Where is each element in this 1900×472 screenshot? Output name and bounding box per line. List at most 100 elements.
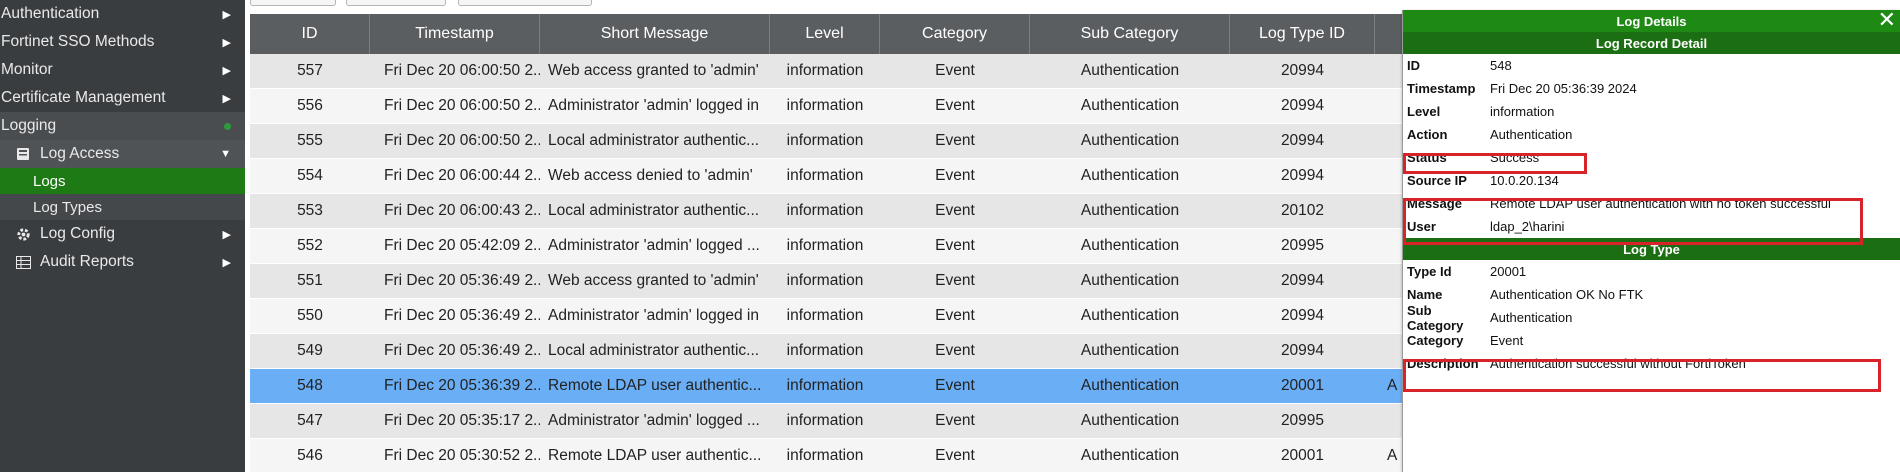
table-row[interactable]: 550 Fri Dec 20 05:36:49 2... Administrator… bbox=[250, 299, 1405, 334]
cell-short-message: Remote LDAP user authentic... bbox=[548, 447, 762, 464]
detail-row: Level information bbox=[1403, 100, 1900, 123]
cell-log-type-id: 20994 bbox=[1280, 62, 1325, 79]
toolbar-button-3[interactable] bbox=[458, 0, 592, 6]
detail-key: Source IP bbox=[1407, 173, 1467, 188]
chevron-right-icon: ▶ bbox=[222, 92, 231, 105]
cell-level: information bbox=[786, 377, 864, 394]
detail-key: Sub Category bbox=[1407, 302, 1464, 333]
table-header: ID Timestamp Short Message Level Categor… bbox=[250, 14, 1405, 54]
table-row[interactable]: 552 Fri Dec 20 05:42:09 2... Administrator… bbox=[250, 229, 1405, 264]
sidebar-item-monitor[interactable]: Monitor ▶ bbox=[0, 56, 245, 84]
cell-category: Event bbox=[935, 307, 975, 324]
section-header-log-record-detail: Log Record Detail bbox=[1403, 32, 1900, 54]
cell-log-type-id: 20994 bbox=[1280, 272, 1325, 289]
sidebar-item-label: Log Config bbox=[40, 225, 115, 242]
sidebar-item-log-access[interactable]: Log Access ▼ bbox=[0, 140, 245, 168]
detail-value: Event bbox=[1490, 333, 1524, 348]
table-row[interactable]: 549 Fri Dec 20 05:36:49 2... Local adminis… bbox=[250, 334, 1405, 369]
log-details-title-bar: Log Details ✕ bbox=[1403, 9, 1900, 32]
cell-sub-category: Authentication bbox=[1080, 307, 1180, 324]
gear-icon bbox=[14, 226, 32, 242]
sidebar-item-certificate-management[interactable]: Certificate Management ▶ bbox=[0, 84, 245, 112]
cell-category: Event bbox=[935, 377, 975, 394]
cell-sub-category: Authentication bbox=[1080, 237, 1180, 254]
sidebar-item-label: Fortinet SSO Methods bbox=[1, 33, 155, 50]
section-header-log-type: Log Type bbox=[1403, 238, 1900, 260]
cell-sub-category: Authentication bbox=[1080, 447, 1180, 464]
table-row[interactable]: 546 Fri Dec 20 05:30:52 2... Remote LDAP u… bbox=[250, 439, 1405, 472]
detail-value: Success bbox=[1490, 150, 1540, 165]
detail-value: 20001 bbox=[1490, 264, 1527, 279]
table-row[interactable]: 553 Fri Dec 20 06:00:43 2... Local adminis… bbox=[250, 194, 1405, 229]
cell-id: 557 bbox=[297, 62, 323, 79]
sidebar-item-label: Certificate Management bbox=[1, 89, 166, 106]
table-row[interactable]: 555 Fri Dec 20 06:00:50 2... Local adminis… bbox=[250, 124, 1405, 159]
cell-log-type-id: 20994 bbox=[1280, 167, 1325, 184]
toolbar-button-2[interactable] bbox=[346, 0, 446, 6]
column-header-category[interactable]: Category bbox=[880, 14, 1030, 54]
table-row[interactable]: 547 Fri Dec 20 05:35:17 2... Administrator… bbox=[250, 404, 1405, 439]
sidebar-item-log-config[interactable]: Log Config ▶ bbox=[0, 220, 245, 248]
cell-timestamp: Fri Dec 20 06:00:44 2... bbox=[384, 167, 540, 184]
sidebar-item-label: Logs bbox=[33, 172, 66, 190]
detail-key: Type Id bbox=[1407, 264, 1452, 279]
cell-category: Event bbox=[935, 132, 975, 149]
detail-row: Message Remote LDAP user authentication w… bbox=[1403, 192, 1900, 215]
cell-category: Event bbox=[935, 412, 975, 429]
cell-short-message: Administrator 'admin' logged ... bbox=[548, 237, 760, 254]
cell-extra bbox=[1375, 229, 1405, 263]
sidebar-item-logs[interactable]: Logs bbox=[0, 168, 245, 194]
table-row[interactable]: 554 Fri Dec 20 06:00:44 2... Web access de… bbox=[250, 159, 1405, 194]
detail-value: Fri Dec 20 05:36:39 2024 bbox=[1490, 81, 1637, 96]
cell-sub-category: Authentication bbox=[1080, 97, 1180, 114]
sidebar-item-log-types[interactable]: Log Types bbox=[0, 194, 245, 220]
close-icon[interactable]: ✕ bbox=[1878, 9, 1896, 31]
cell-short-message: Remote LDAP user authentic... bbox=[548, 377, 762, 394]
cell-category: Event bbox=[935, 62, 975, 79]
cell-sub-category: Authentication bbox=[1080, 412, 1180, 429]
detail-value: ldap_2\harini bbox=[1490, 219, 1565, 234]
cell-id: 552 bbox=[297, 237, 323, 254]
cell-category: Event bbox=[935, 272, 975, 289]
detail-row: Status Success bbox=[1403, 146, 1900, 169]
column-header-sub-category[interactable]: Sub Category bbox=[1030, 14, 1230, 54]
cell-category: Event bbox=[935, 447, 975, 464]
cell-extra bbox=[1375, 159, 1405, 193]
column-header-timestamp[interactable]: Timestamp bbox=[370, 14, 540, 54]
column-header-log-type-id[interactable]: Log Type ID bbox=[1230, 14, 1375, 54]
cell-timestamp: Fri Dec 20 05:36:39 2... bbox=[384, 377, 540, 394]
cell-category: Event bbox=[935, 342, 975, 359]
column-header-extra[interactable] bbox=[1375, 14, 1405, 54]
cell-timestamp: Fri Dec 20 05:42:09 2... bbox=[384, 237, 540, 254]
detail-key: Timestamp bbox=[1407, 81, 1476, 96]
sidebar-item-label: Logging bbox=[1, 117, 57, 134]
cell-timestamp: Fri Dec 20 05:36:49 2... bbox=[384, 342, 540, 359]
detail-row: User ldap_2\harini bbox=[1403, 215, 1900, 238]
chevron-right-icon: ▶ bbox=[222, 256, 231, 269]
table-row[interactable]: 548 Fri Dec 20 05:36:39 2... Remote LDAP u… bbox=[250, 369, 1405, 404]
column-header-id[interactable]: ID bbox=[250, 14, 370, 54]
sidebar-item-label: Log Types bbox=[33, 198, 102, 216]
table-row[interactable]: 551 Fri Dec 20 05:36:49 2... Web access gr… bbox=[250, 264, 1405, 299]
sidebar-item-authentication[interactable]: Authentication ▶ bbox=[0, 0, 245, 28]
sidebar-item-audit-reports[interactable]: Audit Reports ▶ bbox=[0, 248, 245, 276]
cell-extra bbox=[1375, 264, 1405, 298]
cell-level: information bbox=[786, 412, 864, 429]
cell-short-message: Local administrator authentic... bbox=[548, 342, 760, 359]
cell-extra bbox=[1375, 54, 1405, 88]
cell-short-message: Local administrator authentic... bbox=[548, 132, 760, 149]
column-header-level[interactable]: Level bbox=[770, 14, 880, 54]
column-header-short-message[interactable]: Short Message bbox=[540, 14, 770, 54]
detail-row: Sub Category Authentication bbox=[1403, 303, 1900, 333]
toolbar-button-1[interactable] bbox=[250, 0, 336, 6]
table-row[interactable]: 557 Fri Dec 20 06:00:50 2... Web access gr… bbox=[250, 54, 1405, 89]
detail-row: Description Authentication successful wit… bbox=[1403, 352, 1900, 375]
detail-key: Description bbox=[1407, 356, 1479, 371]
sidebar-item-fortinet-sso-methods[interactable]: Fortinet SSO Methods ▶ bbox=[0, 28, 245, 56]
cell-sub-category: Authentication bbox=[1080, 342, 1180, 359]
table-row[interactable]: 556 Fri Dec 20 06:00:50 2... Administrator… bbox=[250, 89, 1405, 124]
cell-id: 556 bbox=[297, 97, 323, 114]
detail-key: Name bbox=[1407, 287, 1443, 302]
cell-short-message: Administrator 'admin' logged in bbox=[548, 97, 759, 114]
sidebar-item-logging[interactable]: Logging bbox=[0, 112, 245, 140]
